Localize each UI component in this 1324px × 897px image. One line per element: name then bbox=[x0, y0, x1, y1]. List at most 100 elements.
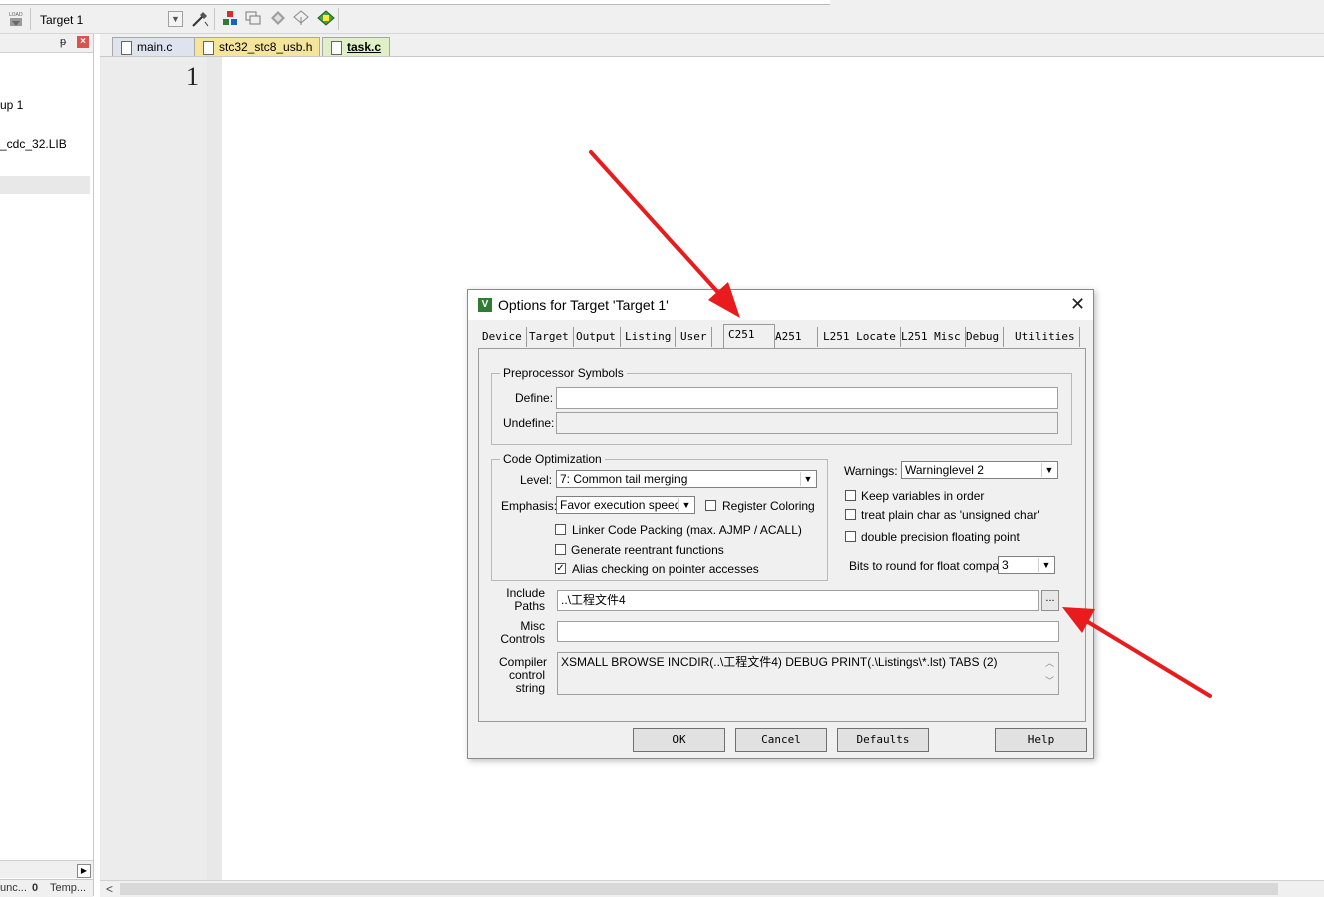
keep-variables-label: Keep variables in order bbox=[861, 489, 985, 503]
level-select[interactable]: 7: Common tail merging ▼ bbox=[556, 470, 817, 488]
plain-char-checkbox[interactable] bbox=[845, 509, 856, 520]
undefine-label: Undefine: bbox=[503, 416, 555, 430]
warnings-select-value: Warninglevel 2 bbox=[905, 463, 984, 477]
scrollbar-horizontal[interactable]: ▶ bbox=[0, 860, 93, 878]
warnings-label: Warnings: bbox=[844, 464, 898, 478]
tab-device[interactable]: Device bbox=[478, 327, 527, 347]
group-title: Code Optimization bbox=[500, 452, 605, 466]
tab-debug[interactable]: Debug bbox=[962, 327, 1005, 347]
chevron-down-icon[interactable]: ▼ bbox=[168, 11, 183, 27]
chevron-down-icon[interactable]: ▼ bbox=[1038, 558, 1053, 572]
tab-label: task.c bbox=[347, 40, 382, 54]
menu-strip-remnant bbox=[0, 0, 830, 5]
keil-app-icon: V bbox=[478, 298, 492, 312]
chevron-down-icon[interactable]: ▼ bbox=[800, 472, 815, 486]
preprocessor-symbols-group: Preprocessor Symbols bbox=[491, 366, 1072, 445]
diamond-icon[interactable] bbox=[270, 10, 286, 26]
define-field[interactable] bbox=[556, 387, 1058, 409]
manage-runtime-icon[interactable] bbox=[317, 10, 335, 26]
chevron-down-icon[interactable]: ▼ bbox=[678, 498, 693, 512]
tree-item-selected[interactable] bbox=[0, 176, 90, 194]
browse-include-paths-button[interactable]: ... bbox=[1041, 590, 1059, 611]
cancel-button[interactable]: Cancel bbox=[735, 728, 827, 752]
editor-scrollbar-horizontal[interactable]: < bbox=[100, 880, 1324, 897]
bits-round-select[interactable]: 3 ▼ bbox=[998, 556, 1055, 574]
undefine-field[interactable] bbox=[556, 412, 1058, 434]
toolbar-separator bbox=[214, 8, 215, 30]
target-select-value: Target 1 bbox=[40, 13, 84, 27]
warnings-select[interactable]: Warninglevel 2 ▼ bbox=[901, 461, 1058, 479]
tab-utilities[interactable]: Utilities bbox=[1011, 327, 1080, 347]
line-number: 1 bbox=[186, 62, 199, 91]
options-wand-icon[interactable] bbox=[191, 10, 209, 27]
compiler-control-string-box[interactable]: XSMALL BROWSE INCDIR(..\工程文件4) DEBUG PRI… bbox=[557, 652, 1059, 695]
tab-task-c[interactable]: task.c bbox=[322, 37, 390, 56]
tab-label: stc32_stc8_usb.h bbox=[219, 40, 313, 54]
level-select-value: 7: Common tail merging bbox=[560, 472, 688, 486]
tab-l251-locate[interactable]: L251 Locate bbox=[819, 327, 901, 347]
tab-output[interactable]: Output bbox=[572, 327, 621, 347]
ok-button[interactable]: OK bbox=[633, 728, 725, 752]
dialog-titlebar: V Options for Target 'Target 1' ✕ bbox=[468, 290, 1093, 320]
double-precision-label: double precision floating point bbox=[861, 530, 1020, 544]
defaults-button[interactable]: Defaults bbox=[837, 728, 929, 752]
plain-char-label: treat plain char as 'unsigned char' bbox=[861, 508, 1040, 522]
tab-user[interactable]: User bbox=[676, 327, 712, 347]
toolbar-separator bbox=[338, 8, 339, 30]
scrollbar-thumb[interactable] bbox=[120, 883, 1278, 895]
tab-stc32-usb-h[interactable]: stc32_stc8_usb.h bbox=[194, 37, 320, 56]
manage-components-icon[interactable] bbox=[222, 10, 238, 26]
define-label: Define: bbox=[515, 391, 554, 405]
dialog-tabs: Device Target Output Listing User C251 A… bbox=[478, 324, 1082, 349]
project-panel: ᵽ × up 1 _cdc_32.LIB ▶ unc... 0 Temp... bbox=[0, 34, 94, 897]
scrollbar-vertical[interactable]: ︿ ﹀ bbox=[1042, 654, 1057, 694]
tree-item-lib[interactable]: _cdc_32.LIB bbox=[0, 137, 67, 151]
close-icon[interactable]: × bbox=[77, 36, 89, 48]
tab-templates[interactable]: Temp... bbox=[50, 882, 86, 894]
chevron-down-icon[interactable]: ▼ bbox=[1041, 463, 1056, 477]
emphasis-select-value: Favor execution speed bbox=[560, 498, 682, 512]
register-coloring-label: Register Coloring bbox=[722, 499, 815, 513]
toolbar: LOAD Target 1 ▼ bbox=[0, 0, 1324, 34]
emphasis-select[interactable]: Favor execution speed ▼ bbox=[556, 496, 695, 514]
double-precision-checkbox[interactable] bbox=[845, 531, 856, 542]
load-icon[interactable]: LOAD bbox=[8, 10, 24, 28]
document-icon bbox=[331, 41, 342, 55]
bits-round-value: 3 bbox=[1002, 558, 1009, 572]
tab-functions[interactable]: unc... bbox=[0, 882, 27, 894]
register-coloring-checkbox[interactable] bbox=[705, 500, 716, 511]
tab-listing[interactable]: Listing bbox=[621, 327, 677, 347]
help-button[interactable]: Help bbox=[995, 728, 1087, 752]
alias-checking-label: Alias checking on pointer accesses bbox=[572, 562, 759, 576]
scroll-right-icon[interactable]: ▶ bbox=[77, 864, 91, 878]
compiler-label: Compiler bbox=[499, 655, 548, 669]
scroll-left-icon[interactable]: < bbox=[106, 882, 113, 896]
misc-controls-field[interactable] bbox=[557, 621, 1059, 642]
tab-c251[interactable]: C251 bbox=[723, 324, 775, 349]
line-number-gutter bbox=[101, 57, 207, 883]
include-label: Include bbox=[506, 586, 545, 600]
alias-checking-checkbox[interactable]: ✓ bbox=[555, 563, 566, 574]
close-icon[interactable]: ✕ bbox=[1070, 294, 1085, 314]
editor-tab-bar: main.c stc32_stc8_usb.h task.c bbox=[100, 34, 1324, 57]
emphasis-label: Emphasis: bbox=[501, 499, 558, 513]
misc-label: Misc bbox=[520, 619, 545, 633]
include-paths-field[interactable]: ..\工程文件4 bbox=[557, 590, 1039, 611]
keep-variables-checkbox[interactable] bbox=[845, 490, 856, 501]
reentrant-functions-label: Generate reentrant functions bbox=[571, 543, 724, 557]
tab-target[interactable]: Target bbox=[525, 327, 574, 347]
linker-code-packing-checkbox[interactable] bbox=[555, 524, 566, 535]
string-label: string bbox=[515, 681, 545, 695]
tab-a251[interactable]: A251 bbox=[771, 327, 818, 347]
tab-l251-misc[interactable]: L251 Misc bbox=[897, 327, 966, 347]
pin-icon[interactable]: ᵽ bbox=[60, 36, 66, 48]
bits-round-label: Bits to round for float compare: bbox=[849, 559, 1014, 573]
group-title: Preprocessor Symbols bbox=[500, 366, 627, 380]
toolbar-separator bbox=[30, 8, 31, 30]
file-extensions-icon[interactable] bbox=[245, 10, 261, 26]
reentrant-functions-checkbox[interactable] bbox=[555, 544, 566, 555]
document-icon bbox=[121, 41, 132, 55]
linker-code-packing-label: Linker Code Packing (max. AJMP / ACALL) bbox=[572, 523, 802, 537]
tree-item-group[interactable]: up 1 bbox=[0, 98, 23, 112]
pack-installer-icon[interactable] bbox=[293, 10, 309, 26]
